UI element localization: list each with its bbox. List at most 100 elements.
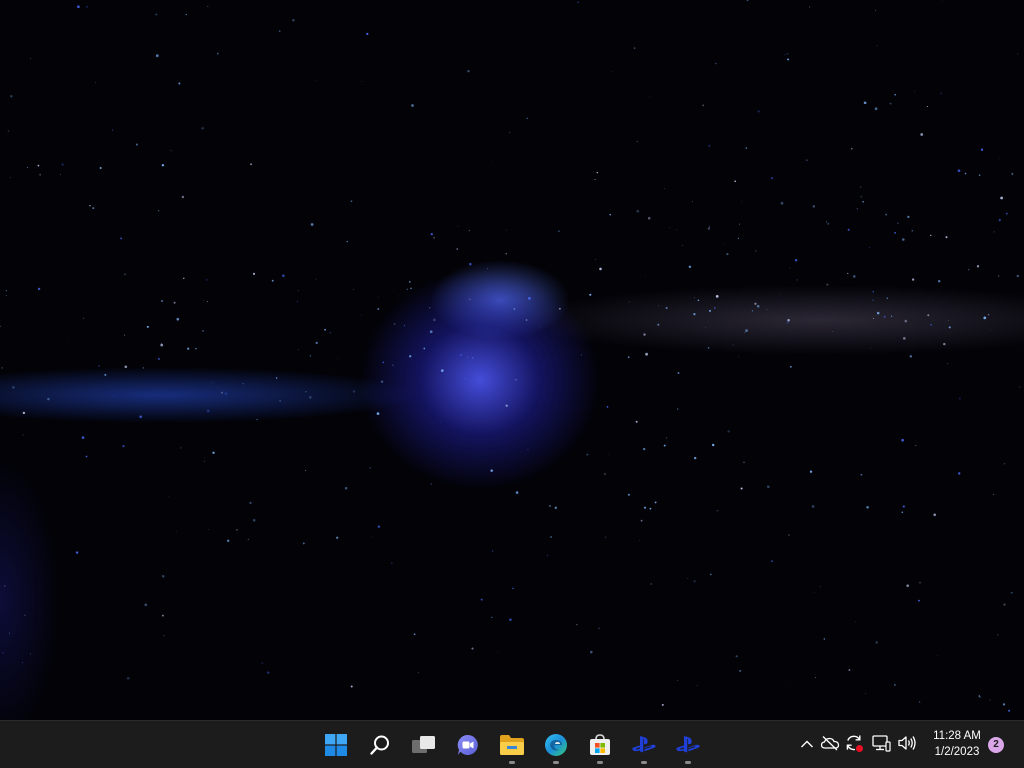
wallpaper-particle (183, 277, 185, 279)
wallpaper-particle (147, 325, 149, 328)
wallpaper-particle (735, 655, 738, 658)
wallpaper-particle (743, 461, 745, 464)
wallpaper-particle (471, 647, 474, 650)
wallpaper-particle (708, 226, 711, 228)
wallpaper-particle (998, 218, 1001, 222)
wallpaper-particle (423, 347, 426, 350)
start-button[interactable] (316, 725, 356, 765)
wallpaper-particle (124, 273, 126, 276)
search-icon (369, 734, 391, 756)
wallpaper-particle (847, 228, 850, 231)
wallpaper-particle (727, 265, 729, 267)
chat-button[interactable] (448, 725, 488, 765)
wallpaper-particle (809, 6, 811, 8)
wallpaper-particle (756, 305, 760, 308)
volume-tray-button[interactable] (897, 735, 917, 755)
wallpaper-particle (608, 454, 610, 455)
desktop-wallpaper[interactable] (0, 0, 1024, 720)
wallpaper-particle (430, 483, 433, 485)
file-explorer-button[interactable] (492, 725, 532, 765)
wallpaper-particle (433, 318, 436, 322)
wallpaper-particle (85, 455, 88, 458)
wallpaper-particle (224, 392, 228, 395)
wallpaper-particle (875, 641, 878, 644)
wallpaper-particle (901, 438, 904, 442)
wallpaper-particle (505, 253, 507, 255)
onedrive-off-icon (820, 735, 840, 756)
wallpaper-particle (914, 90, 915, 92)
wallpaper-particle (256, 418, 258, 421)
wallpaper-particle (707, 347, 710, 349)
wallpaper-particle (737, 237, 740, 239)
wallpaper-particle (740, 487, 743, 490)
wallpaper-particle (29, 653, 31, 655)
wallpaper-particle (779, 293, 781, 295)
wallpaper-particle (911, 230, 914, 232)
wallpaper-particle (39, 173, 42, 176)
sync-status-button[interactable] (844, 735, 864, 755)
wallpaper-particle (889, 102, 892, 105)
wallpaper-particle (627, 493, 630, 496)
wallpaper-particle (926, 105, 928, 108)
wallpaper-particle (10, 177, 12, 178)
file-explorer-icon (499, 734, 525, 756)
wallpaper-particle (480, 598, 483, 601)
wallpaper-particle (814, 677, 816, 679)
show-hidden-icons-button[interactable] (797, 735, 817, 755)
onedrive-tray-button[interactable] (820, 735, 840, 755)
wallpaper-particle (528, 296, 531, 300)
wallpaper-particle (906, 584, 910, 588)
playstation-app-button[interactable] (624, 725, 664, 765)
wallpaper-particle (513, 308, 516, 310)
playstation-app-button-2[interactable] (668, 725, 708, 765)
microsoft-store-button[interactable] (580, 725, 620, 765)
wallpaper-particle (1008, 709, 1011, 712)
wallpaper-particle (505, 229, 507, 231)
wallpaper-particle (7, 130, 10, 132)
wallpaper-particle (297, 300, 298, 302)
wallpaper-particle (948, 320, 950, 322)
task-view-button[interactable] (404, 725, 444, 765)
wallpaper-particle (710, 573, 712, 576)
wallpaper-particle (429, 330, 433, 334)
search-button[interactable] (360, 725, 400, 765)
wallpaper-particle (1011, 172, 1014, 175)
wallpaper-particle (958, 472, 961, 475)
wallpaper-particle (309, 355, 311, 357)
running-indicator (641, 761, 647, 764)
wallpaper-particle (382, 361, 385, 364)
wallpaper-particle (636, 141, 638, 143)
wallpaper-particle (496, 651, 498, 653)
wallpaper-particle (252, 272, 256, 276)
wallpaper-particle (872, 291, 874, 293)
wallpaper-particle (22, 411, 26, 415)
wallpaper-particle (68, 341, 69, 342)
wallpaper-particle (47, 397, 50, 401)
wallpaper-particle (823, 638, 826, 640)
wallpaper-particle (705, 326, 706, 328)
wallpaper-particle (757, 110, 760, 113)
wallpaper-particle (751, 310, 754, 312)
wallpaper-particle (901, 511, 904, 514)
wallpaper-particle (746, 0, 749, 1)
wallpaper-particle (927, 314, 930, 317)
wallpaper-particle (142, 367, 145, 369)
wallpaper-particle (249, 501, 252, 505)
wallpaper-particle (945, 236, 948, 239)
wallpaper-particle (696, 685, 698, 686)
edge-button[interactable] (536, 725, 576, 765)
wallpaper-particle (99, 166, 102, 170)
wallpaper-particle (1, 367, 4, 369)
wallpaper-particle (848, 669, 851, 671)
wallpaper-particle (122, 444, 125, 448)
wallpaper-particle (734, 180, 737, 183)
wallpaper-particle (124, 365, 128, 369)
clock-button[interactable]: 11:28 AM 1/2/2023 (926, 728, 988, 760)
wallpaper-particle (410, 287, 412, 290)
wallpaper-particle (336, 536, 339, 539)
notification-count-badge[interactable]: 2 (988, 737, 1004, 753)
network-tray-button[interactable] (871, 734, 891, 755)
wallpaper-particle (94, 82, 96, 84)
wallpaper-particle (716, 509, 719, 512)
wallpaper-particle (1003, 462, 1006, 465)
